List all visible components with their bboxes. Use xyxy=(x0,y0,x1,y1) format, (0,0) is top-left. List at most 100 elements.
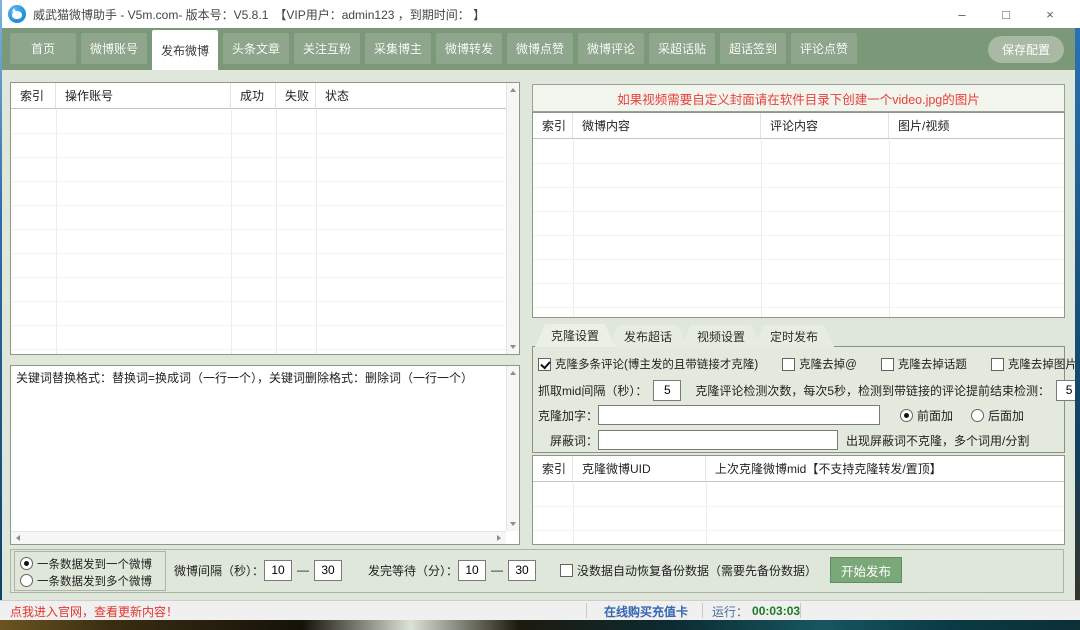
desktop-strip xyxy=(0,620,1080,630)
send-multi-option[interactable]: 一条数据发到多个微博 xyxy=(20,572,165,589)
weibo-interval-label: 微博间隔（秒）： xyxy=(174,562,264,579)
col-header-weibo-content[interactable]: 微博内容 xyxy=(573,113,761,138)
scroll-up-icon[interactable] xyxy=(510,88,516,92)
col-header-media[interactable]: 图片/视频 xyxy=(889,113,1064,138)
tab-weibo-account[interactable]: 微博账号 xyxy=(81,33,147,64)
col-header-comment[interactable]: 评论内容 xyxy=(761,113,889,138)
grid-line xyxy=(56,110,57,354)
clone-multi-comment-option[interactable]: 克隆多条评论(博主发的且带链接才克隆) xyxy=(538,356,758,372)
checkbox-icon[interactable] xyxy=(560,564,573,577)
nav-tabs: 首页 微博账号 发布微博 头条文章 关注互粉 采集博主 微博转发 微博点赞 微博… xyxy=(10,30,857,70)
scroll-up-icon[interactable] xyxy=(510,371,516,375)
video-cover-notice: 如果视频需要自定义封面请在软件目录下创建一个video.jpg的图片 xyxy=(532,84,1065,112)
col-header-index[interactable]: 索引 xyxy=(533,456,573,481)
suffix-radio-label: 后面加 xyxy=(988,407,1024,424)
dash-separator: — xyxy=(491,563,503,577)
mid-interval-label: 抓取mid间隔（秒）： xyxy=(538,382,647,399)
remove-image-option[interactable]: 克隆去掉图片 xyxy=(991,356,1077,372)
tab-collect-blogger[interactable]: 采集博主 xyxy=(365,33,431,64)
interval-max-input[interactable] xyxy=(314,560,342,581)
wait-min-input[interactable] xyxy=(458,560,486,581)
scroll-left-icon[interactable] xyxy=(16,535,20,541)
tab-video-settings[interactable]: 视频设置 xyxy=(681,325,761,347)
tab-follow-fans[interactable]: 关注互粉 xyxy=(294,33,360,64)
grid-line xyxy=(889,140,890,317)
tab-supertopic-collect[interactable]: 采超话贴 xyxy=(649,33,715,64)
tab-scheduled-publish[interactable]: 定时发布 xyxy=(754,325,834,347)
maximize-button[interactable]: □ xyxy=(984,0,1028,28)
tab-publish-weibo[interactable]: 发布微博 xyxy=(152,30,218,70)
status-bar: 点我进入官网，查看更新内容！ 在线购买充值卡 运行： 00:03:03 xyxy=(0,600,1080,620)
app-window: 威武猫微博助手 - V5m.com- 版本号：V5.8.1 【VIP用户：adm… xyxy=(0,0,1080,630)
col-header-fail[interactable]: 失败 xyxy=(276,83,316,108)
clone-table: 索引 克隆微博UID 上次克隆微博mid【不支持克隆转发/置顶】 xyxy=(532,455,1065,545)
horizontal-scrollbar[interactable] xyxy=(11,531,506,544)
col-header-uid[interactable]: 克隆微博UID xyxy=(573,456,706,481)
tab-weibo-like[interactable]: 微博点赞 xyxy=(507,33,573,64)
clone-multi-comment-label: 克隆多条评论(博主发的且带链接才克隆) xyxy=(555,356,758,372)
window-title: 威武猫微博助手 - V5m.com- 版本号：V5.8.1 【VIP用户：adm… xyxy=(33,6,485,23)
buy-card-link[interactable]: 在线购买充值卡 xyxy=(604,601,688,621)
restore-backup-option[interactable]: 没数据自动恢复备份数据（需要先备份数据） xyxy=(560,562,817,579)
mid-interval-row: 抓取mid间隔（秒）： 克隆评论检测次数，每次5秒，检测到带链接的评论提前结束检… xyxy=(538,378,1080,402)
col-header-index[interactable]: 索引 xyxy=(11,83,56,108)
accounts-table-body xyxy=(11,110,519,354)
tab-clone-settings[interactable]: 克隆设置 xyxy=(535,324,615,347)
tab-home[interactable]: 首页 xyxy=(10,33,76,64)
remove-at-label: 克隆去掉@ xyxy=(799,356,857,372)
prefix-radio-label: 前面加 xyxy=(917,407,953,424)
official-site-link[interactable]: 点我进入官网，查看更新内容！ xyxy=(10,601,178,621)
scroll-right-icon[interactable] xyxy=(497,535,501,541)
mid-interval-input[interactable] xyxy=(653,380,681,401)
col-header-success[interactable]: 成功 xyxy=(231,83,276,108)
vertical-scrollbar[interactable] xyxy=(506,83,519,354)
col-header-status[interactable]: 状态 xyxy=(316,83,519,108)
checkbox-checked-icon[interactable] xyxy=(538,358,551,371)
minimize-button[interactable]: – xyxy=(940,0,984,28)
vertical-scrollbar[interactable] xyxy=(506,366,519,531)
window-controls: – □ × xyxy=(940,0,1072,28)
save-config-button[interactable]: 保存配置 xyxy=(988,36,1064,63)
detect-count-label: 克隆评论检测次数，每次5秒，检测到带链接的评论提前结束检测： xyxy=(695,382,1050,399)
radio-icon[interactable] xyxy=(971,409,984,422)
block-words-input[interactable] xyxy=(598,430,838,450)
grid-line xyxy=(706,483,707,544)
wait-max-input[interactable] xyxy=(508,560,536,581)
content-table-body xyxy=(533,140,1064,317)
grid-line xyxy=(316,110,317,354)
send-multi-label: 一条数据发到多个微博 xyxy=(37,573,152,589)
col-header-account[interactable]: 操作账号 xyxy=(56,83,231,108)
tab-weibo-repost[interactable]: 微博转发 xyxy=(436,33,502,64)
clone-table-header: 索引 克隆微博UID 上次克隆微博mid【不支持克隆转发/置顶】 xyxy=(533,456,1064,482)
suffix-radio-option[interactable]: 后面加 xyxy=(971,407,1024,424)
tab-publish-supertopic[interactable]: 发布超话 xyxy=(608,325,688,347)
col-header-last-mid[interactable]: 上次克隆微博mid【不支持克隆转发/置顶】 xyxy=(706,456,1064,481)
remove-topic-option[interactable]: 克隆去掉话题 xyxy=(881,356,967,372)
send-one-label: 一条数据发到一个微博 xyxy=(37,556,152,572)
start-publish-button[interactable]: 开始发布 xyxy=(830,557,902,583)
col-header-index[interactable]: 索引 xyxy=(533,113,573,138)
checkbox-icon[interactable] xyxy=(991,358,1004,371)
remove-image-label: 克隆去掉图片 xyxy=(1008,356,1077,372)
remove-at-option[interactable]: 克隆去掉@ xyxy=(782,356,857,372)
prefix-radio-option[interactable]: 前面加 xyxy=(900,407,953,424)
tab-weibo-comment[interactable]: 微博评论 xyxy=(578,33,644,64)
send-one-option[interactable]: 一条数据发到一个微博 xyxy=(20,555,165,572)
scroll-down-icon[interactable] xyxy=(510,345,516,349)
interval-min-input[interactable] xyxy=(264,560,292,581)
checkbox-icon[interactable] xyxy=(782,358,795,371)
checkbox-icon[interactable] xyxy=(881,358,894,371)
close-button[interactable]: × xyxy=(1028,0,1072,28)
wait-label: 发完等待（分）： xyxy=(368,562,458,579)
tab-toutiao-article[interactable]: 头条文章 xyxy=(223,33,289,64)
radio-icon[interactable] xyxy=(20,574,33,587)
radio-selected-icon[interactable] xyxy=(20,557,33,570)
clone-prefix-label: 克隆加字： xyxy=(538,407,598,424)
tab-comment-like[interactable]: 评论点赞 xyxy=(791,33,857,64)
keywords-textarea[interactable]: 关键词替换格式：替换词=换成词（一行一个），关键词删除格式：删除词（一行一个） xyxy=(10,365,520,545)
radio-selected-icon[interactable] xyxy=(900,409,913,422)
tab-supertopic-checkin[interactable]: 超话签到 xyxy=(720,33,786,64)
keywords-format-text: 关键词替换格式：替换词=换成词（一行一个），关键词删除格式：删除词（一行一个） xyxy=(16,370,503,387)
scroll-down-icon[interactable] xyxy=(510,522,516,526)
clone-prefix-input[interactable] xyxy=(598,405,880,425)
